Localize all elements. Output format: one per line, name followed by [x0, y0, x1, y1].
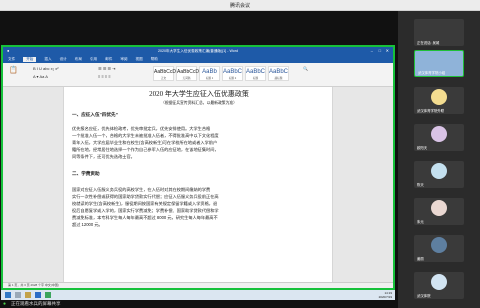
- align-controls[interactable]: ≡ ≡ ≡ ≡: [98, 74, 111, 79]
- para1-line: 青年入伍，大学应届毕业生和在校生(含高校新生)可在学校所在地或者入学前户: [72, 140, 218, 145]
- avatar: [431, 274, 447, 290]
- tab-file[interactable]: 文件: [8, 57, 15, 62]
- para2-line: 实行一次性补偿或获得的国家助学贷款实行代偿；应征入伍服义务兵役前正在高: [72, 194, 219, 199]
- para1-line: 优先报名应征，优先体检政考，优先审批定兵，优先安排使用。大学生合格: [72, 126, 211, 131]
- participant-tile[interactable]: 正在说话: 吴城: [414, 19, 464, 46]
- doc-subtitle: （根据征兵宣传资料汇总，以最新政策为准）: [161, 101, 237, 105]
- paste-icon[interactable]: 📋: [9, 66, 18, 74]
- meeting-taskbar-icon[interactable]: [45, 292, 51, 298]
- avatar: [431, 237, 447, 253]
- participant-name: 武汉体院: [417, 294, 431, 298]
- viewing-status-text: 正在观看水兵的屏幕共享: [11, 301, 61, 306]
- word-status-bar: 第 1 页，共 3 页 2928 个字 中文(中国): [3, 282, 393, 288]
- file-explorer-icon[interactable]: [25, 292, 31, 298]
- style-heading1[interactable]: AaBb 标题 1: [199, 66, 220, 81]
- ribbon-tabs: 文件 开始 插入 设计 布局 引用 邮件 审阅 视图 帮助: [3, 56, 393, 63]
- participant-tile[interactable]: 武汉体育学院外联: [414, 87, 464, 114]
- para2-line: 役后自愿复学或入学的，国家实行学费减免；学费补偿、国家助学贷款代偿和学: [72, 208, 219, 213]
- participant-name: 姜丽: [417, 257, 424, 261]
- word-title-bar: ● 2020年大学生入伍优惠政策汇编(普通版)[1] - Word – □ ✕: [3, 47, 393, 56]
- participant-tile[interactable]: 朱元: [414, 198, 464, 225]
- windows-start-icon[interactable]: [5, 292, 11, 298]
- tab-mailings[interactable]: 邮件: [105, 57, 112, 62]
- participant-tile[interactable]: 武汉体育学院小组: [414, 50, 464, 77]
- ribbon: 📋 B I U abc x₂ x² A ▾ Aa A ☰ ☰ ☰ ⇥ ≡ ≡ ≡…: [3, 63, 393, 87]
- para1-line: 一个批准入伍一个，合格的大学生未被批准入伍者，不得批准高中以下文化程度: [72, 133, 219, 138]
- participant-tile[interactable]: 武汉体院: [414, 272, 464, 299]
- participant-name: 武汉体育学院外联: [417, 109, 445, 113]
- viewing-status-bar: ● 正在观看水兵的屏幕共享: [0, 300, 398, 308]
- tab-references[interactable]: 引用: [90, 57, 97, 62]
- shared-word-window: ● 2020年大学生入伍优惠政策汇编(普通版)[1] - Word – □ ✕ …: [1, 45, 395, 290]
- para2-line: 超过 12000 元。: [72, 222, 103, 227]
- avatar: [431, 163, 447, 179]
- find-icon[interactable]: 🔍: [303, 66, 308, 71]
- document-area: 2020 年大学生应征入伍优惠政策 （根据征兵宣传资料汇总，以最新政策为准） 一…: [3, 87, 393, 282]
- style-heading2[interactable]: AaBbC 标题 2: [222, 66, 243, 81]
- para1-line: 籍所在地，经常居住地选择一个作为自己参军入伍的应征地，在该地征集时间，: [72, 147, 219, 152]
- avatar: [431, 200, 447, 216]
- style-no-spacing[interactable]: AaBbCcDd 无间隔: [176, 66, 202, 81]
- microphone-icon[interactable]: ●: [3, 301, 6, 307]
- window-title: 腾讯会议: [229, 3, 250, 9]
- tab-layout[interactable]: 布局: [75, 57, 82, 62]
- taskbar: 14:19 2020/7/19: [1, 290, 395, 300]
- paragraph-controls[interactable]: ☰ ☰ ☰ ⇥: [98, 66, 115, 71]
- heading-section2: 二、学费资助: [72, 171, 100, 176]
- para2-line: 国家对应征入伍服义务兵役的高校学生，在入伍时对其在校期间缴纳的学费: [72, 187, 211, 192]
- heading-section1: 一、应征入伍“四优先”: [72, 112, 118, 117]
- style-subtitle[interactable]: AaBbC 副标题: [268, 66, 289, 81]
- participant-name: 武汉体育学院小组: [418, 71, 446, 75]
- doc-title: 2020 年大学生应征入伍优惠政策: [149, 90, 249, 98]
- tab-help[interactable]: 帮助: [151, 57, 158, 62]
- tab-review[interactable]: 审阅: [120, 57, 127, 62]
- tab-view[interactable]: 视图: [136, 57, 143, 62]
- avatar: [431, 126, 447, 142]
- font-color-icon[interactable]: A ▾ Aa A: [33, 74, 48, 79]
- participant-panel: 正在说话: 吴城 武汉体育学院小组 武汉体育学院外联 欧阳天 陈天 朱元 姜丽 …: [398, 11, 480, 308]
- avatar: [431, 89, 447, 105]
- search-icon[interactable]: [15, 292, 21, 298]
- participant-name: 陈天: [417, 183, 424, 187]
- tray-date: 2020/7/19: [378, 295, 392, 299]
- style-normal[interactable]: AaBbCcDd 正文: [153, 66, 179, 81]
- word-title: 2020年大学生入伍优惠政策汇编(普通版)[1] - Word: [157, 49, 238, 53]
- word-taskbar-icon[interactable]: [35, 292, 41, 298]
- participant-tile[interactable]: 姜丽: [414, 235, 464, 262]
- para1-line: 同等条件下，还可优先选改士官。: [72, 154, 135, 159]
- tab-insert[interactable]: 插入: [44, 57, 51, 62]
- tab-home[interactable]: 开始: [23, 57, 37, 62]
- participant-tile[interactable]: 陈天: [414, 161, 464, 188]
- tab-design[interactable]: 设计: [60, 57, 67, 62]
- para2-line: 费减免标准，本专科学生每人每年最高不超过 8000 元，研究生每人每年最高不: [72, 215, 218, 220]
- font-controls[interactable]: B I U abc x₂ x²: [33, 66, 59, 71]
- meeting-title-bar: 腾讯会议: [0, 0, 480, 11]
- minimize-icon[interactable]: –: [371, 48, 373, 53]
- system-tray: 14:19 2020/7/19: [379, 291, 392, 299]
- maximize-icon[interactable]: □: [379, 48, 381, 53]
- participant-name: 朱元: [417, 220, 424, 224]
- participant-tile[interactable]: 欧阳天: [414, 124, 464, 151]
- close-icon[interactable]: ✕: [386, 48, 389, 53]
- style-title[interactable]: AaBbC 标题: [245, 66, 266, 81]
- participant-name: 欧阳天: [417, 146, 428, 150]
- para2-line: 校就读的学生(含高校新生)，服役期间按国家有关规定保留学籍或入学资格，退: [72, 201, 218, 206]
- document-page[interactable]: 2020 年大学生应征入伍优惠政策 （根据征兵宣传资料汇总，以最新政策为准） 一…: [63, 87, 333, 282]
- participant-name: 正在说话: 吴城: [417, 41, 440, 45]
